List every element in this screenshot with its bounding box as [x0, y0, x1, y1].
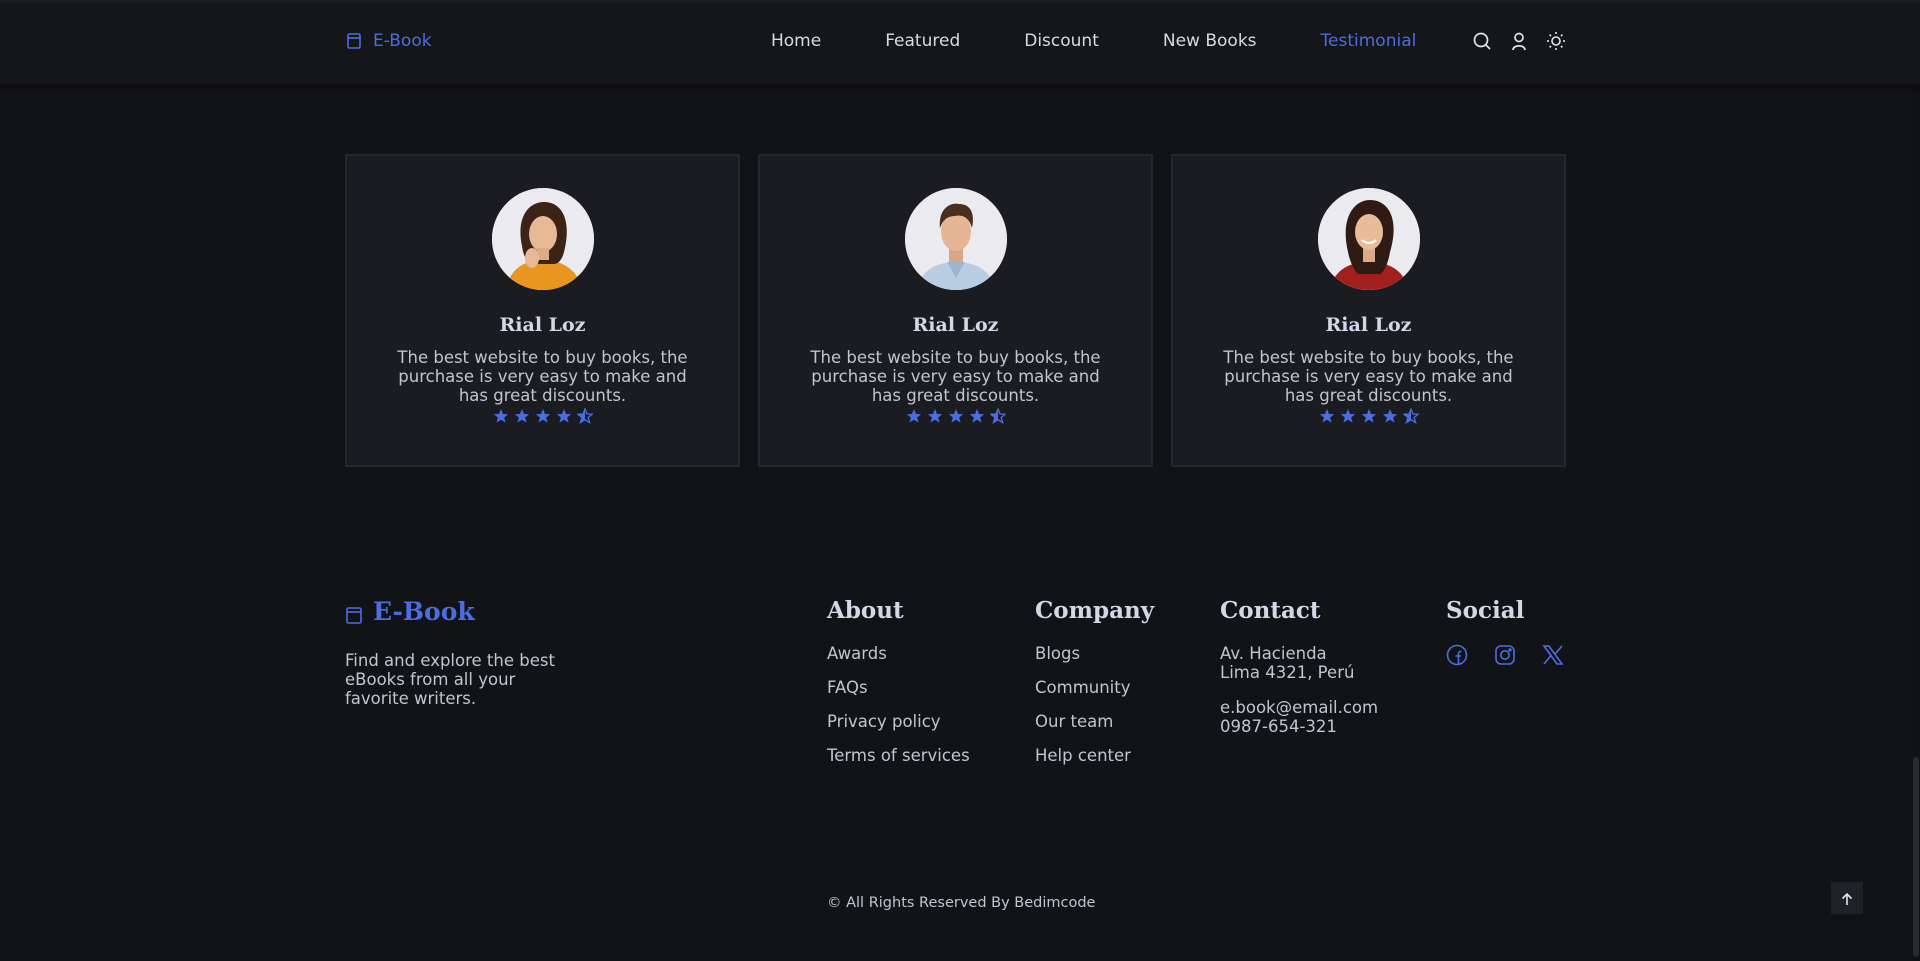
- nav-home[interactable]: Home: [771, 31, 821, 51]
- footer-link-awards[interactable]: Awards: [827, 644, 970, 663]
- footer-social: Social: [1446, 597, 1564, 666]
- half-star-icon: [575, 407, 594, 425]
- search-icon[interactable]: [1472, 31, 1492, 51]
- half-star-icon: [1401, 407, 1420, 425]
- instagram-icon[interactable]: [1494, 644, 1516, 666]
- site-header: E-Book Home Featured Discount New Books …: [0, 0, 1920, 84]
- user-icon[interactable]: [1509, 31, 1529, 51]
- star-icon: [906, 408, 922, 424]
- testimonial-text: The best website to buy books, the purch…: [810, 348, 1101, 405]
- header-logo-text: E-Book: [373, 31, 432, 51]
- scroll-up-button[interactable]: [1831, 882, 1863, 914]
- nav-new-books[interactable]: New Books: [1163, 31, 1257, 51]
- star-icon: [1319, 408, 1335, 424]
- facebook-icon[interactable]: [1446, 644, 1468, 666]
- avatar: [904, 188, 1007, 290]
- footer-about-title: About: [827, 597, 904, 624]
- star-icon: [556, 408, 572, 424]
- address-line-2: Lima 4321, Perú: [1220, 663, 1355, 682]
- scrollbar-thumb[interactable]: [1913, 757, 1919, 957]
- sun-icon[interactable]: [1546, 31, 1566, 51]
- testimonials-section: Rial Loz The best website to buy books, …: [345, 154, 1566, 467]
- book-icon: [345, 32, 363, 50]
- testimonial-text: The best website to buy books, the purch…: [397, 348, 688, 405]
- testimonial-text: The best website to buy books, the purch…: [1223, 348, 1514, 405]
- nav-discount[interactable]: Discount: [1024, 31, 1099, 51]
- footer-about: About Awards FAQs Privacy policy Terms o…: [827, 597, 970, 780]
- book-icon: [345, 602, 363, 624]
- x-icon[interactable]: [1542, 644, 1564, 666]
- contact-info: e.book@email.com 0987-654-321: [1220, 698, 1378, 736]
- testimonial-card: Rial Loz The best website to buy books, …: [758, 154, 1153, 467]
- star-icon: [1382, 408, 1398, 424]
- header-top-border: [0, 0, 1920, 3]
- footer-logo-text: E-Book: [373, 597, 475, 626]
- footer-contact-title: Contact: [1220, 597, 1321, 624]
- star-icon: [493, 408, 509, 424]
- star-icon: [969, 408, 985, 424]
- arrow-up-icon: [1840, 891, 1854, 905]
- star-icon: [948, 408, 964, 424]
- avatar: [1317, 188, 1420, 290]
- nav-featured[interactable]: Featured: [885, 31, 960, 51]
- footer-link-terms-of-services[interactable]: Terms of services: [827, 746, 970, 765]
- nav-testimonial[interactable]: Testimonial: [1321, 31, 1417, 51]
- contact-email: e.book@email.com: [1220, 698, 1379, 717]
- testimonial-name: Rial Loz: [499, 314, 586, 336]
- header-actions: [1472, 31, 1566, 51]
- star-icon: [1340, 408, 1356, 424]
- header-logo[interactable]: E-Book: [345, 31, 432, 51]
- footer-link-privacy-policy[interactable]: Privacy policy: [827, 712, 970, 731]
- star-icon: [927, 408, 943, 424]
- contact-address: Av. Hacienda Lima 4321, Perú: [1220, 644, 1378, 682]
- star-rating: [493, 407, 594, 425]
- footer-link-faqs[interactable]: FAQs: [827, 678, 970, 697]
- footer-company-title: Company: [1035, 597, 1155, 624]
- star-rating: [906, 407, 1007, 425]
- footer-social-title: Social: [1446, 597, 1525, 624]
- star-icon: [514, 408, 530, 424]
- star-icon: [1361, 408, 1377, 424]
- footer-link-community[interactable]: Community: [1035, 678, 1154, 697]
- footer-link-help-center[interactable]: Help center: [1035, 746, 1154, 765]
- contact-phone: 0987-654-321: [1220, 717, 1337, 736]
- footer-link-blogs[interactable]: Blogs: [1035, 644, 1154, 663]
- main-nav: Home Featured Discount New Books Testimo…: [771, 31, 1416, 51]
- address-line-1: Av. Hacienda: [1220, 644, 1327, 663]
- testimonial-card: Rial Loz The best website to buy books, …: [345, 154, 740, 467]
- testimonial-name: Rial Loz: [1325, 314, 1412, 336]
- testimonial-name: Rial Loz: [912, 314, 999, 336]
- footer-description: Find and explore the best eBooks from al…: [345, 651, 555, 708]
- footer-link-our-team[interactable]: Our team: [1035, 712, 1154, 731]
- star-rating: [1319, 407, 1420, 425]
- page-scrollbar[interactable]: [1912, 0, 1920, 961]
- social-links: [1446, 644, 1564, 666]
- copyright-text: © All Rights Reserved By Bedimcode: [827, 895, 1096, 911]
- footer-contact: Contact Av. Hacienda Lima 4321, Perú e.b…: [1220, 597, 1378, 752]
- avatar: [491, 188, 594, 290]
- testimonial-card: Rial Loz The best website to buy books, …: [1171, 154, 1566, 467]
- half-star-icon: [988, 407, 1007, 425]
- footer-company: Company Blogs Community Our team Help ce…: [1035, 597, 1154, 780]
- star-icon: [535, 408, 551, 424]
- footer-logo[interactable]: E-Book: [345, 597, 475, 626]
